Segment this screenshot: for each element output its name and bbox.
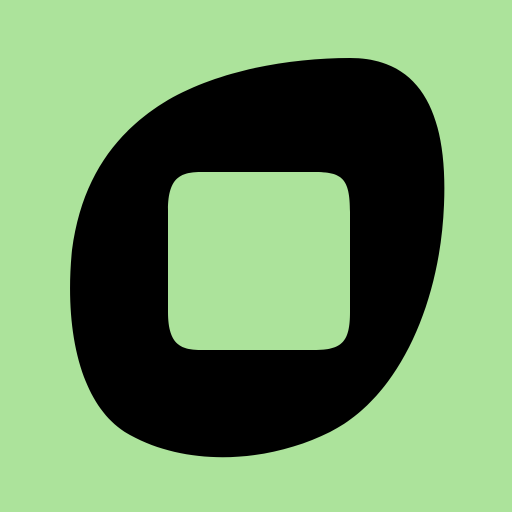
rounded-square-in-blob-icon [0,0,512,512]
icon-canvas [0,0,512,512]
